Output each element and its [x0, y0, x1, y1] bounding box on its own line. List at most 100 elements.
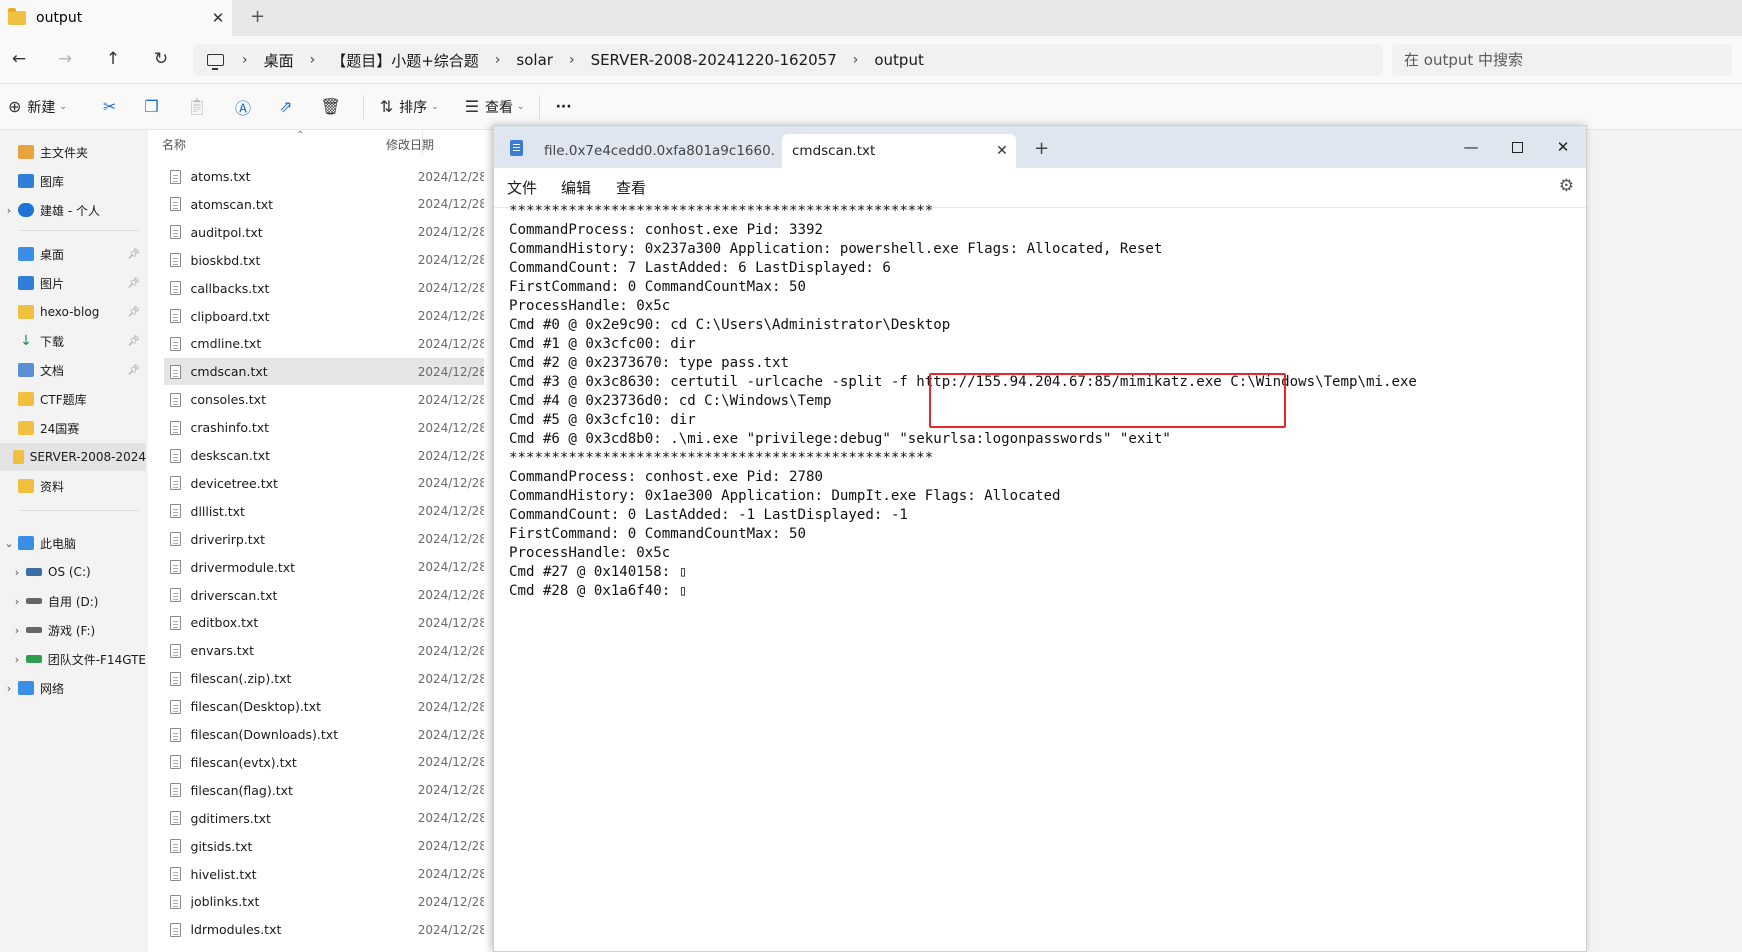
file-row[interactable]: callbacks.txt 2024/12/28 — [164, 275, 484, 302]
text-line: CommandCount: 0 LastAdded: -1 LastDispla… — [509, 507, 908, 523]
sidebar-item-desktop[interactable]: 桌面 📌︎ — [0, 240, 146, 268]
column-header-date[interactable]: 修改日期 — [386, 136, 434, 153]
file-row[interactable]: consoles.txt 2024/12/28 — [164, 386, 484, 413]
sidebar-item-team-drive[interactable]: › 团队文件-F14GTE — [0, 645, 146, 673]
new-button[interactable]: ⊕ 新建 ⌄ — [8, 97, 67, 117]
view-button[interactable]: ☰ 查看 ⌄ — [465, 97, 525, 117]
file-row[interactable]: hivelist.txt 2024/12/28 — [164, 861, 484, 888]
chevron-down-icon[interactable]: ⌄ — [0, 537, 18, 550]
column-header-name[interactable]: 名称 — [162, 136, 186, 153]
close-window-button[interactable]: ✕ — [1540, 132, 1586, 162]
file-row[interactable]: filescan(evtx).txt 2024/12/28 — [164, 749, 484, 776]
rename-button[interactable]: Ⓐ — [235, 95, 251, 119]
sidebar-item-home[interactable]: 主文件夹 — [0, 138, 146, 166]
back-arrow-icon[interactable]: ← — [4, 44, 34, 74]
sidebar-item-ctf[interactable]: CTF题库 — [0, 385, 146, 413]
text-file-icon — [170, 671, 181, 686]
file-row[interactable]: editbox.txt 2024/12/28 — [164, 609, 484, 636]
delete-button[interactable]: 🗑︎ — [320, 97, 340, 116]
file-row[interactable]: ldrmodules.txt 2024/12/28 — [164, 916, 484, 943]
chevron-right-icon[interactable]: › — [8, 566, 26, 579]
explorer-tab[interactable]: output ✕ — [0, 0, 232, 36]
file-row[interactable]: joblinks.txt 2024/12/28 — [164, 888, 484, 915]
file-row[interactable]: cmdscan.txt 2024/12/28 — [164, 358, 484, 386]
trash-icon: 🗑︎ — [320, 97, 341, 116]
sidebar-item-downloads[interactable]: ↓ 下载 📌︎ — [0, 327, 146, 355]
chevron-right-icon[interactable]: › — [0, 204, 18, 217]
sidebar-item-drive-c[interactable]: › OS (C:) — [0, 558, 146, 586]
chevron-down-icon: ⌄ — [59, 101, 67, 112]
file-row[interactable]: filescan(Desktop).txt 2024/12/28 — [164, 693, 484, 720]
sidebar-item-drive-f[interactable]: › 游戏 (F:) — [0, 616, 146, 644]
chevron-right-icon[interactable]: › — [8, 595, 26, 608]
file-row[interactable]: gditimers.txt 2024/12/28 — [164, 805, 484, 832]
sidebar-item-ziliao[interactable]: 资料 — [0, 472, 146, 500]
minimize-button[interactable]: — — [1448, 132, 1494, 162]
file-row[interactable]: drivermodule.txt 2024/12/28 — [164, 554, 484, 581]
file-row[interactable]: auditpol.txt 2024/12/28 — [164, 219, 484, 246]
search-input[interactable]: 在 output 中搜索 — [1392, 44, 1732, 76]
file-row[interactable]: bioskbd.txt 2024/12/28 — [164, 247, 484, 274]
file-row[interactable]: atomscan.txt 2024/12/28 — [164, 191, 484, 218]
sidebar-item-documents[interactable]: 文档 📌︎ — [0, 356, 146, 384]
file-row[interactable]: cmdline.txt 2024/12/28 — [164, 330, 484, 357]
breadcrumb-desktop[interactable]: 桌面 — [264, 50, 294, 71]
copy-button[interactable]: ❐ — [144, 97, 158, 116]
sidebar-item-server[interactable]: SERVER-2008-2024 — [0, 443, 146, 471]
chevron-down-icon: ⌄ — [517, 101, 525, 112]
file-row[interactable]: dlllist.txt 2024/12/28 — [164, 498, 484, 525]
up-arrow-icon[interactable]: ↑ — [98, 44, 128, 74]
breadcrumb-solar[interactable]: solar — [516, 51, 553, 69]
cut-button[interactable]: ✂ — [103, 97, 116, 116]
breadcrumb-output[interactable]: output — [874, 51, 923, 69]
forward-arrow-icon[interactable]: → — [50, 44, 80, 74]
sort-button[interactable]: ⇅ 排序 ⌄ — [380, 97, 439, 117]
file-row[interactable]: driverscan.txt 2024/12/28 — [164, 582, 484, 609]
close-tab-icon[interactable]: ✕ — [988, 143, 1016, 159]
menu-view[interactable]: 查看 — [616, 177, 646, 198]
file-row[interactable]: driverirp.txt 2024/12/28 — [164, 526, 484, 553]
chevron-right-icon[interactable]: › — [8, 653, 26, 666]
maximize-button[interactable] — [1494, 132, 1540, 162]
sidebar-item-onedrive[interactable]: › 建雄 - 个人 — [0, 196, 146, 224]
sort-icon: ⇅ — [379, 97, 394, 116]
notepad-text-area[interactable]: ****************************************… — [509, 202, 1569, 902]
settings-gear-icon[interactable]: ⚙ — [1559, 176, 1574, 196]
paste-button[interactable]: 📋︎ — [187, 97, 207, 116]
chevron-right-icon[interactable]: › — [8, 624, 26, 637]
refresh-icon[interactable]: ↻ — [146, 44, 176, 74]
file-row[interactable]: filescan(flag).txt 2024/12/28 — [164, 777, 484, 804]
sidebar-item-network[interactable]: › 网络 — [0, 674, 146, 702]
sidebar-item-hexo-blog[interactable]: hexo-blog 📌︎ — [0, 298, 146, 326]
sidebar-item-pictures[interactable]: 图片 📌︎ — [0, 269, 146, 297]
notepad-tab-file[interactable]: file.0x7e4cedd0.0xfa801a9c1660.Dat — [534, 134, 774, 168]
sidebar-item-drive-d[interactable]: › 自用 (D:) — [0, 587, 146, 615]
sidebar-item-this-pc[interactable]: ⌄ 此电脑 — [0, 529, 146, 557]
file-row[interactable]: deskscan.txt 2024/12/28 — [164, 442, 484, 469]
menu-edit[interactable]: 编辑 — [561, 177, 591, 198]
sidebar-item-24guosai[interactable]: 24国赛 — [0, 414, 146, 442]
chevron-right-icon[interactable]: › — [0, 682, 18, 695]
breadcrumb-server[interactable]: SERVER-2008-20241220-162057 — [591, 51, 837, 69]
file-row[interactable]: clipboard.txt 2024/12/28 — [164, 303, 484, 330]
file-row[interactable]: crashinfo.txt 2024/12/28 — [164, 414, 484, 441]
new-tab-button[interactable]: + — [250, 6, 265, 27]
share-button[interactable]: ⇗ — [279, 97, 292, 116]
highlight-annotation-box — [929, 373, 1286, 428]
file-row[interactable]: devicetree.txt 2024/12/28 — [164, 470, 484, 497]
maximize-icon — [1511, 142, 1523, 153]
breadcrumb-topics[interactable]: 【题目】小题+综合题 — [331, 50, 479, 71]
menu-file[interactable]: 文件 — [507, 177, 537, 198]
file-row[interactable]: gitsids.txt 2024/12/28 — [164, 833, 484, 860]
close-tab-icon[interactable]: ✕ — [204, 9, 232, 27]
address-bar[interactable]: › 桌面 › 【题目】小题+综合题 › solar › SERVER-2008-… — [193, 44, 1383, 76]
more-options-button[interactable]: ··· — [556, 99, 572, 115]
file-row[interactable]: filescan(Downloads).txt 2024/12/28 — [164, 721, 484, 748]
file-row[interactable]: envars.txt 2024/12/28 — [164, 637, 484, 664]
file-row[interactable]: atoms.txt 2024/12/28 — [164, 163, 484, 190]
sidebar-item-gallery[interactable]: 图库 — [0, 167, 146, 195]
text-file-icon — [170, 560, 181, 575]
file-row[interactable]: filescan(.zip).txt 2024/12/28 — [164, 665, 484, 692]
new-tab-button[interactable]: + — [1034, 138, 1049, 159]
notepad-tab-cmdscan[interactable]: cmdscan.txt ✕ — [782, 134, 1016, 168]
